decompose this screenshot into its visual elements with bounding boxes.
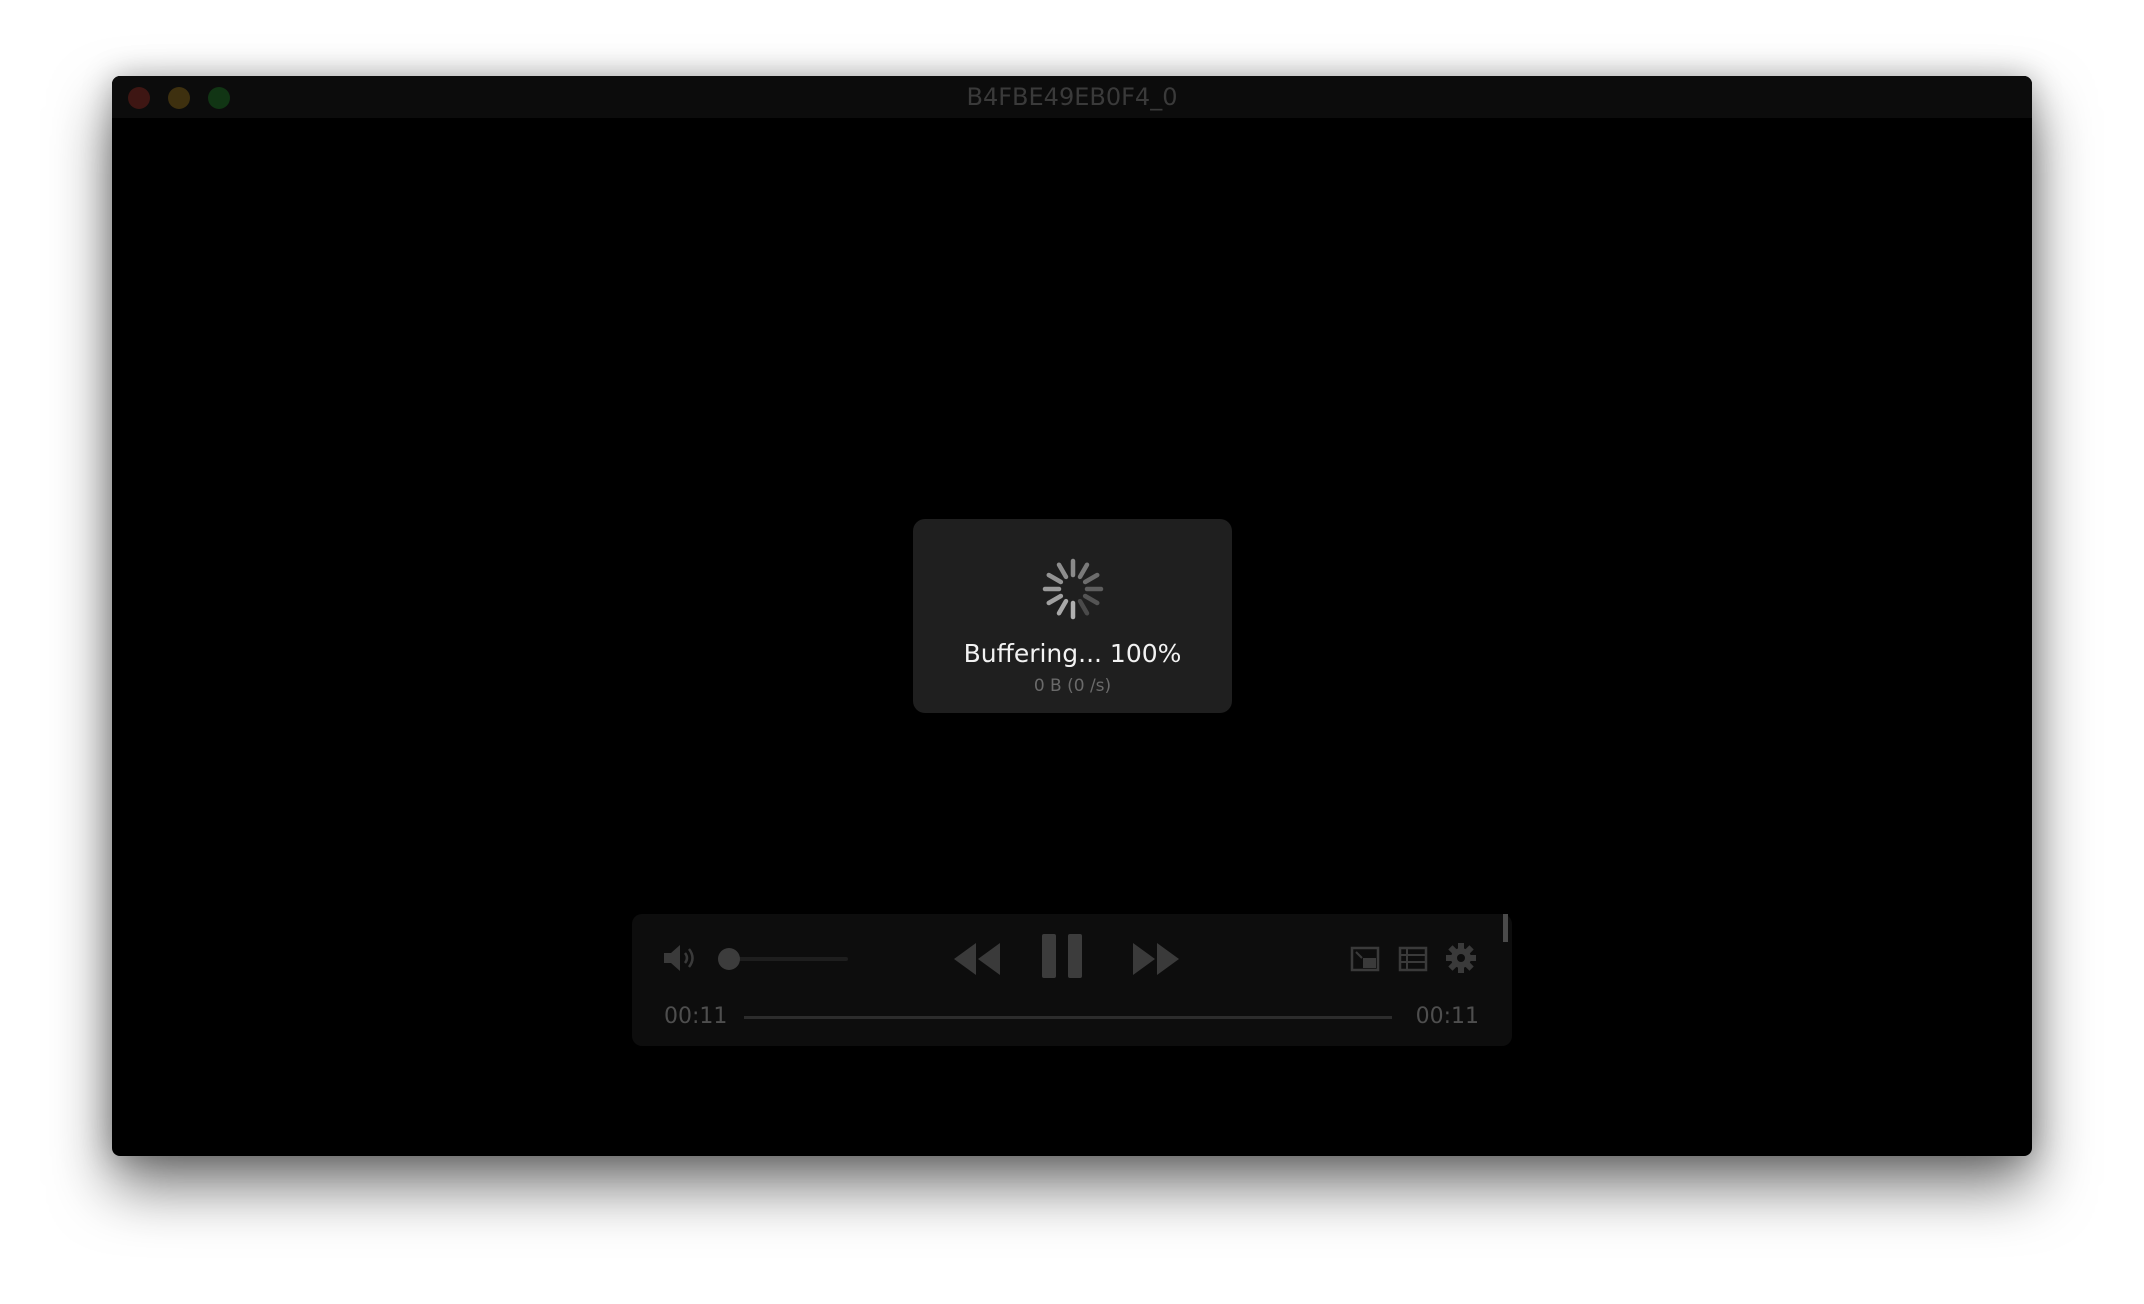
fast-forward-button[interactable] — [1131, 939, 1183, 979]
gear-button[interactable] — [1445, 942, 1477, 974]
pause-button[interactable] — [1040, 932, 1084, 980]
time-remaining: 00:11 — [1415, 1004, 1479, 1029]
window-title: B4FBE49EB0F4_0 — [966, 83, 1178, 111]
picture-in-picture-button[interactable] — [1350, 944, 1380, 974]
player-window: B4FBE49EB0F4_0 Buffering... 100% 0 B (0 … — [112, 76, 2032, 1156]
rewind-button[interactable] — [950, 939, 1002, 979]
seek-progress — [744, 1016, 1392, 1019]
seek-bar[interactable] — [744, 1016, 1392, 1019]
volume-slider[interactable] — [730, 957, 848, 961]
time-elapsed: 00:11 — [664, 1004, 728, 1029]
speaker-volume-icon[interactable] — [662, 942, 700, 974]
loading-spinner-icon — [1042, 558, 1104, 620]
title-bar[interactable]: B4FBE49EB0F4_0 — [112, 76, 2032, 118]
buffering-hud: Buffering... 100% 0 B (0 /s) — [913, 519, 1232, 713]
volume-knob[interactable] — [718, 948, 740, 970]
playlist-button[interactable] — [1398, 944, 1428, 974]
buffering-status: Buffering... 100% — [963, 639, 1182, 668]
buffering-rate: 0 B (0 /s) — [1033, 676, 1112, 696]
seek-handle[interactable] — [1503, 914, 1508, 942]
playback-controls: 00:11 00:11 — [632, 914, 1512, 1046]
